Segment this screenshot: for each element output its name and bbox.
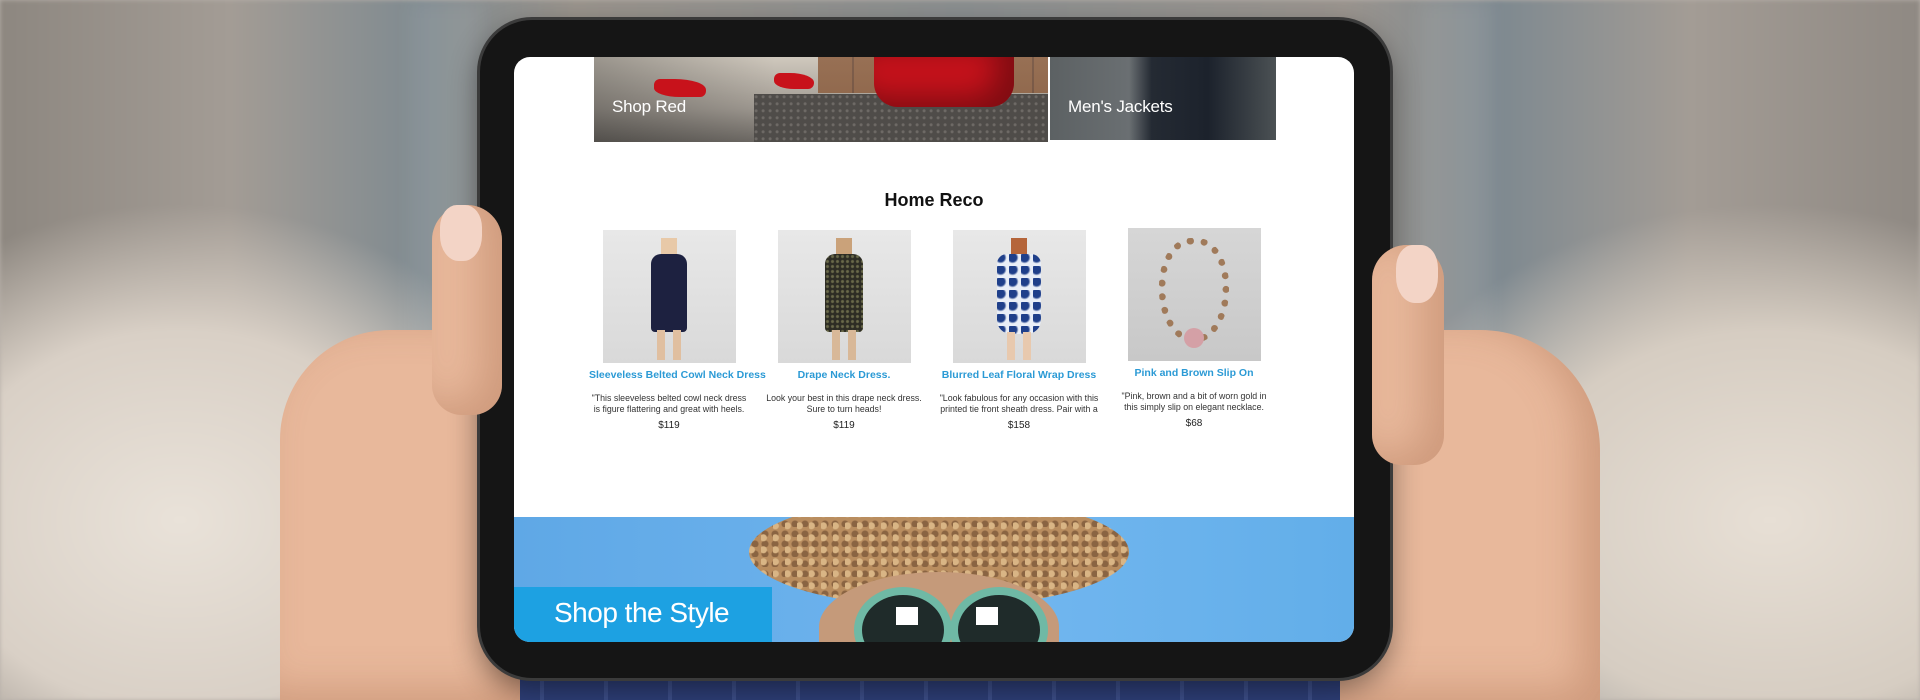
product-name[interactable]: Pink and Brown Slip On <box>1114 367 1274 379</box>
product-image[interactable] <box>1127 228 1261 361</box>
shop-red-banner[interactable]: Shop Red <box>594 57 1048 142</box>
product-image[interactable] <box>602 230 736 363</box>
product-image[interactable] <box>952 230 1086 363</box>
model-legs <box>657 330 681 360</box>
model-legs <box>1007 332 1031 360</box>
tablet-screen: Shop Red Men's Jackets Home Reco Sleevel… <box>514 57 1354 642</box>
shop-the-style-box[interactable]: Shop the Style <box>514 587 772 642</box>
dress-shape <box>651 254 687 332</box>
shop-the-style-banner[interactable]: Shop the Style <box>514 517 1354 642</box>
product-description: "This sleeveless belted cowl neck dress … <box>591 393 747 414</box>
product-image[interactable] <box>777 230 911 363</box>
product-card[interactable]: Sleeveless Belted Cowl Neck Dress "This … <box>589 230 766 431</box>
product-price: $68 <box>1185 418 1203 429</box>
product-card[interactable]: Pink and Brown Slip On "Pink, brown and … <box>1114 228 1274 429</box>
shop-the-style-label: Shop the Style <box>554 597 730 628</box>
right-thumb <box>1372 245 1444 465</box>
dress-shape <box>825 254 863 332</box>
product-price: $119 <box>833 420 855 431</box>
red-bag-image <box>874 57 1014 107</box>
model-head <box>1011 238 1027 254</box>
model-legs <box>832 330 856 360</box>
section-title: Home Reco <box>884 190 984 210</box>
necklace-pendant <box>1184 328 1204 348</box>
thumbnail-nail <box>440 205 482 261</box>
left-thumb <box>432 205 502 415</box>
lens-sticker <box>896 607 918 625</box>
mens-jackets-banner[interactable]: Men's Jackets <box>1050 57 1276 140</box>
shop-red-label: Shop Red <box>612 97 687 116</box>
product-price: $119 <box>658 420 680 431</box>
thumbnail-nail <box>1396 245 1438 303</box>
product-name[interactable]: Drape Neck Dress. <box>764 369 924 381</box>
product-card[interactable]: Blurred Leaf Floral Wrap Dress "Look fab… <box>939 230 1099 431</box>
model-head <box>836 238 852 254</box>
product-card[interactable]: Drape Neck Dress. Look your best in this… <box>764 230 924 431</box>
mens-jackets-label: Men's Jackets <box>1068 97 1173 116</box>
product-name[interactable]: Sleeveless Belted Cowl Neck Dress <box>589 369 766 381</box>
product-description: "Look fabulous for any occasion with thi… <box>939 393 1099 414</box>
dress-shape <box>997 254 1041 334</box>
lens-sticker <box>976 607 998 625</box>
red-shoe-image <box>654 79 706 97</box>
product-name[interactable]: Blurred Leaf Floral Wrap Dress <box>939 369 1099 381</box>
model-head <box>661 238 677 254</box>
product-description: "Pink, brown and a bit of worn gold in t… <box>1121 391 1267 412</box>
product-description: Look your best in this drape neck dress.… <box>766 393 922 414</box>
red-shoe-image <box>774 73 814 89</box>
product-price: $158 <box>1007 420 1031 431</box>
